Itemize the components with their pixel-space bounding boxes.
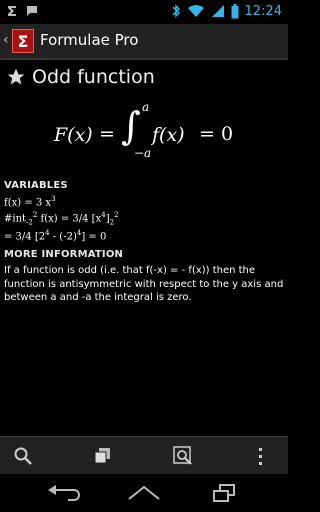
chevron-left-icon: ‹ xyxy=(3,32,9,48)
wifi-icon xyxy=(187,4,204,17)
overflow-menu-button[interactable] xyxy=(256,445,270,467)
formula-detail: Odd function F(x) = ∫ a −a f(x) = 0 VARI… xyxy=(0,60,288,436)
copy-icon xyxy=(94,448,110,464)
integral-sign: ∫ xyxy=(121,104,141,148)
variable-line-3: = 3/4 [24 - (-2)4] = 0 xyxy=(4,229,107,243)
navigation-bar xyxy=(0,474,288,512)
search-in-page-icon xyxy=(173,446,192,465)
action-bar: ‹ Σ Formulae Pro xyxy=(0,24,288,60)
variable-line-1: f(x) = 3 x3 xyxy=(4,195,56,209)
home-icon xyxy=(128,485,160,500)
formula-lower-limit: −a xyxy=(134,146,152,160)
back-icon xyxy=(48,485,80,501)
more-information-text: If a function is odd (i.e. that f(-x) = … xyxy=(4,265,284,303)
copy-button[interactable] xyxy=(92,445,116,467)
formula-integrand: f(x) xyxy=(152,124,185,146)
home-button[interactable] xyxy=(126,483,162,503)
overflow-menu-icon xyxy=(259,448,262,465)
variable-line-2: #int-22 f(x) = 3/4 [x4]22 xyxy=(4,211,119,227)
search-in-page-button[interactable] xyxy=(172,445,196,467)
formula-lhs: F(x) xyxy=(54,124,93,146)
formula-display: F(x) = ∫ a −a f(x) = 0 xyxy=(54,100,244,172)
recent-apps-icon xyxy=(213,484,235,502)
bluetooth-icon xyxy=(172,4,180,18)
message-notification-icon xyxy=(27,6,37,16)
page-title: Odd function xyxy=(32,66,155,88)
formula-upper-limit: a xyxy=(142,100,150,114)
battery-icon xyxy=(231,3,239,18)
page-header: Odd function xyxy=(6,66,155,88)
formula-equals: = xyxy=(99,123,115,145)
sigma-notification-icon xyxy=(8,6,16,16)
back-button[interactable] xyxy=(44,482,84,504)
app-up-button[interactable]: ‹ Σ Formulae Pro xyxy=(0,24,160,58)
recent-apps-button[interactable] xyxy=(208,482,240,504)
more-information-heading: MORE INFORMATION xyxy=(4,249,124,260)
clock: 12:24 xyxy=(244,3,282,19)
bottom-toolbar xyxy=(0,436,288,475)
app-logo-icon: Σ xyxy=(12,29,34,53)
formula-rhs: = 0 xyxy=(199,123,234,145)
status-bar: 12:24 xyxy=(0,0,288,24)
star-icon[interactable] xyxy=(6,67,26,87)
signal-icon xyxy=(211,5,224,17)
search-icon xyxy=(14,447,32,465)
search-button[interactable] xyxy=(12,445,36,467)
app-title: Formulae Pro xyxy=(40,31,139,49)
variables-heading: VARIABLES xyxy=(4,180,68,191)
